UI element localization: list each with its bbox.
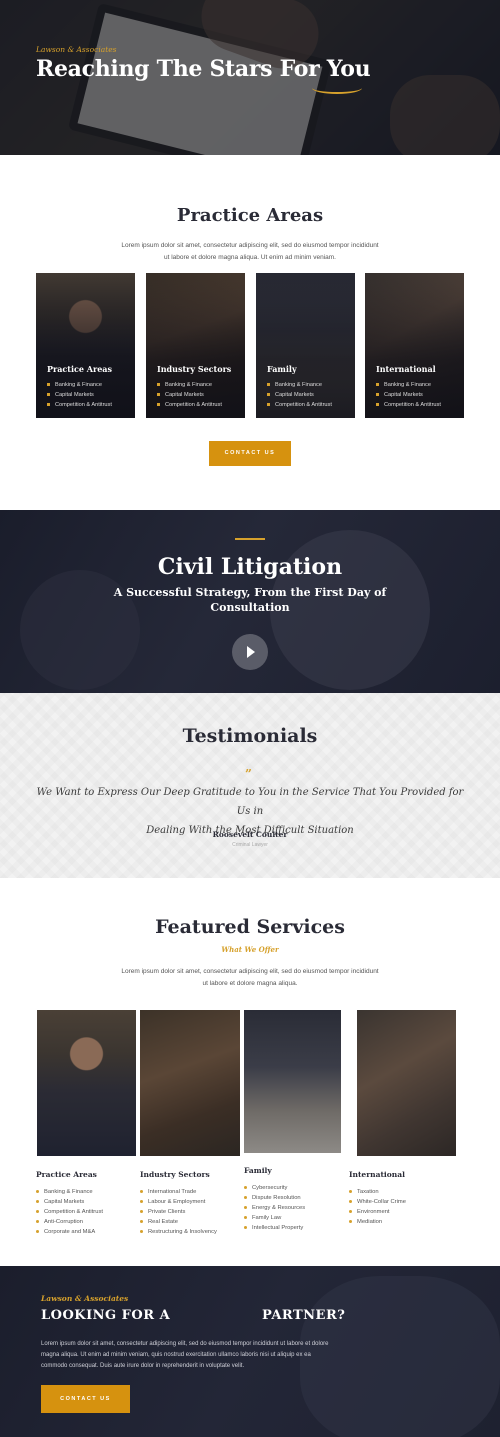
cta-heading-left: LOOKING FOR A bbox=[41, 1308, 171, 1323]
list-item[interactable]: Capital Markets bbox=[47, 390, 112, 400]
list-item[interactable]: Real Estate bbox=[140, 1217, 217, 1227]
list-item[interactable]: International Trade bbox=[140, 1187, 217, 1197]
featured-column-list: Taxation White-Collar Crime Environment … bbox=[349, 1187, 406, 1227]
list-item[interactable]: Energy & Resources bbox=[244, 1203, 305, 1213]
civil-title: Civil Litigation bbox=[157, 554, 343, 580]
list-item[interactable]: Banking & Finance bbox=[36, 1187, 103, 1197]
featured-kicker: What We Offer bbox=[221, 945, 279, 954]
cta-contact-us-button[interactable]: CONTACT US bbox=[41, 1385, 130, 1413]
list-item[interactable]: Family Law bbox=[244, 1213, 305, 1223]
featured-image-handshake bbox=[140, 1010, 240, 1156]
list-item[interactable]: White-Collar Crime bbox=[349, 1197, 406, 1207]
testimonial-role: Criminal Lawyer bbox=[232, 842, 268, 848]
practice-card-title: Industry Sectors bbox=[157, 364, 232, 374]
list-item[interactable]: Taxation bbox=[349, 1187, 406, 1197]
list-item[interactable]: Mediation bbox=[349, 1217, 406, 1227]
testimonials-title: Testimonials bbox=[182, 725, 318, 747]
list-item[interactable]: Banking & Finance bbox=[376, 380, 441, 390]
hero-title: Reaching The Stars For You bbox=[36, 56, 371, 82]
title-underline-swoosh bbox=[312, 82, 362, 94]
list-item[interactable]: Dispute Resolution bbox=[244, 1193, 305, 1203]
hero-kicker: Lawson & Associates bbox=[36, 45, 117, 54]
list-item[interactable]: Competition & Antitrust bbox=[157, 400, 222, 410]
list-item[interactable]: Capital Markets bbox=[157, 390, 222, 400]
list-item[interactable]: Labour & Employment bbox=[140, 1197, 217, 1207]
featured-image-lawyer bbox=[37, 1010, 136, 1156]
featured-column-title: Family bbox=[244, 1166, 272, 1175]
list-item[interactable]: Anti-Corruption bbox=[36, 1217, 103, 1227]
list-item[interactable]: Environment bbox=[349, 1207, 406, 1217]
featured-column-title: International bbox=[349, 1170, 405, 1179]
list-item[interactable]: Competition & Antitrust bbox=[36, 1207, 103, 1217]
list-item[interactable]: Intellectual Property bbox=[244, 1223, 305, 1233]
practice-card-list: Banking & Finance Capital Markets Compet… bbox=[47, 380, 112, 410]
practice-card-title: International bbox=[376, 364, 436, 374]
list-item[interactable]: Capital Markets bbox=[376, 390, 441, 400]
list-item[interactable]: Corporate and M&A bbox=[36, 1227, 103, 1237]
practice-card-list: Banking & Finance Capital Markets Compet… bbox=[267, 380, 332, 410]
practice-areas-title: Practice Areas bbox=[176, 205, 324, 226]
list-item[interactable]: Capital Markets bbox=[36, 1197, 103, 1207]
list-item[interactable]: Banking & Finance bbox=[47, 380, 112, 390]
list-item[interactable]: Competition & Antitrust bbox=[376, 400, 441, 410]
hero-section: Lawson & Associates Reaching The Stars F… bbox=[0, 0, 500, 155]
contact-us-button[interactable]: CONTACT US bbox=[209, 441, 291, 466]
play-video-button[interactable] bbox=[232, 634, 268, 670]
featured-image-signing bbox=[244, 1010, 341, 1153]
featured-column-list: Banking & Finance Capital Markets Compet… bbox=[36, 1187, 103, 1237]
list-item[interactable]: Banking & Finance bbox=[267, 380, 332, 390]
cta-heading-right: PARTNER? bbox=[262, 1308, 346, 1323]
cta-paragraph: Lorem ipsum dolor sit amet, consectetur … bbox=[41, 1341, 329, 1369]
featured-column-list: Cybersecurity Dispute Resolution Energy … bbox=[244, 1183, 305, 1233]
list-item[interactable]: Banking & Finance bbox=[157, 380, 222, 390]
featured-column-list: International Trade Labour & Employment … bbox=[140, 1187, 217, 1237]
list-item[interactable]: Competition & Antitrust bbox=[47, 400, 112, 410]
testimonial-author: Roosevelt Coulter bbox=[212, 830, 288, 839]
list-item[interactable]: Capital Markets bbox=[267, 390, 332, 400]
list-item[interactable]: Cybersecurity bbox=[244, 1183, 305, 1193]
featured-services-title: Featured Services bbox=[155, 916, 345, 938]
practice-card-list: Banking & Finance Capital Markets Compet… bbox=[157, 380, 222, 410]
partner-cta-section: Lawson & Associates LOOKING FOR A PARTNE… bbox=[0, 1266, 500, 1437]
practice-intro: Lorem ipsum dolor sit amet, consectetur … bbox=[121, 242, 379, 261]
practice-card-title: Practice Areas bbox=[47, 364, 112, 374]
practice-card[interactable]: Family Banking & Finance Capital Markets… bbox=[256, 273, 355, 418]
featured-column-title: Practice Areas bbox=[36, 1170, 97, 1179]
featured-column-title: Industry Sectors bbox=[140, 1170, 210, 1179]
accent-bar bbox=[235, 538, 265, 540]
civil-subtitle: A Successful Strategy, From the First Da… bbox=[113, 586, 387, 614]
list-item[interactable]: Private Clients bbox=[140, 1207, 217, 1217]
practice-card-list: Banking & Finance Capital Markets Compet… bbox=[376, 380, 441, 410]
quote-icon: ” bbox=[245, 767, 252, 781]
practice-card[interactable]: Practice Areas Banking & Finance Capital… bbox=[36, 273, 135, 418]
list-item[interactable]: Restructuring & Insolvency bbox=[140, 1227, 217, 1237]
featured-intro: Lorem ipsum dolor sit amet, consectetur … bbox=[121, 968, 379, 987]
list-item[interactable]: Competition & Antitrust bbox=[267, 400, 332, 410]
practice-card[interactable]: Industry Sectors Banking & Finance Capit… bbox=[146, 273, 245, 418]
featured-image-document bbox=[357, 1010, 456, 1156]
practice-card-title: Family bbox=[267, 364, 297, 374]
cta-kicker: Lawson & Associates bbox=[41, 1294, 129, 1303]
practice-card[interactable]: International Banking & Finance Capital … bbox=[365, 273, 464, 418]
